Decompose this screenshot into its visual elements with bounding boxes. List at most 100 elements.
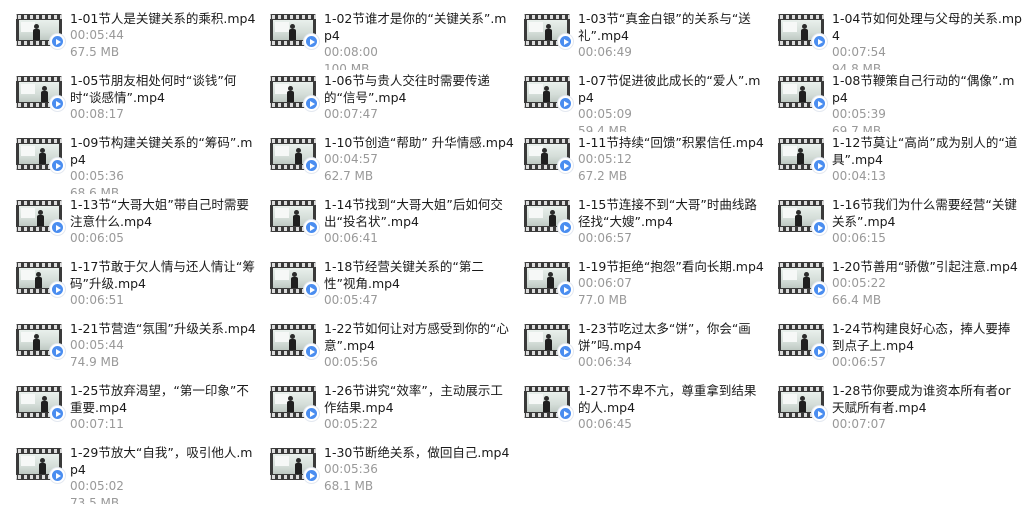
- file-item[interactable]: 1-20节善用“骄傲”引起注意.mp4 00:05:22 66.4 MB: [778, 256, 1029, 318]
- file-item[interactable]: 1-30节断绝关系，做回自己.mp4 00:05:36 68.1 MB: [270, 442, 524, 504]
- file-item[interactable]: 1-24节构建良好心态，捧人要捧到点子上.mp4 00:06:57: [778, 318, 1029, 380]
- file-name[interactable]: 1-16节我们为什么需要经营“关键关系”.mp4: [832, 196, 1022, 230]
- file-name[interactable]: 1-15节连接不到“大哥”时曲线路径找“大嫂”.mp4: [578, 196, 768, 230]
- file-item[interactable]: 1-10节创造“帮助” 升华情感.mp4 00:04:57 62.7 MB: [270, 132, 524, 194]
- file-name[interactable]: 1-12节莫让“高尚”成为别人的“道具”.mp4: [832, 134, 1022, 168]
- video-thumbnail[interactable]: [778, 262, 827, 297]
- file-duration: 00:07:11: [70, 417, 124, 431]
- file-meta: 1-23节吃过太多“饼”，你会“画饼”吗.mp4 00:06:34: [578, 318, 768, 371]
- file-item[interactable]: 1-21节营造“氛围”升级关系.mp4 00:05:44 74.9 MB: [16, 318, 270, 380]
- file-name[interactable]: 1-20节善用“骄傲”引起注意.mp4: [832, 258, 1022, 275]
- file-name[interactable]: 1-10节创造“帮助” 升华情感.mp4: [324, 134, 514, 151]
- file-size: 68.6 MB: [70, 186, 120, 194]
- file-item[interactable]: 1-25节放弃渴望，“第一印象”不重要.mp4 00:07:11: [16, 380, 270, 442]
- file-duration: 00:05:56: [324, 355, 378, 369]
- video-thumbnail[interactable]: [524, 76, 573, 111]
- file-item[interactable]: 1-17节敢于欠人情与还人情让“筹码”升级.mp4 00:06:51: [16, 256, 270, 318]
- video-thumbnail[interactable]: [524, 324, 573, 359]
- file-name[interactable]: 1-26节讲究“效率”，主动展示工作结果.mp4: [324, 382, 514, 416]
- file-item[interactable]: 1-11节持续“回馈”积累信任.mp4 00:05:12 67.2 MB: [524, 132, 778, 194]
- video-thumbnail[interactable]: [778, 14, 827, 49]
- file-name[interactable]: 1-21节营造“氛围”升级关系.mp4: [70, 320, 260, 337]
- video-thumbnail[interactable]: [270, 324, 319, 359]
- file-item[interactable]: 1-05节朋友相处何时“谈钱”何时“谈感情”.mp4 00:08:17: [16, 70, 270, 132]
- file-name[interactable]: 1-18节经营关键关系的“第二性”视角.mp4: [324, 258, 514, 292]
- file-duration: 00:05:44: [70, 338, 124, 352]
- video-thumbnail[interactable]: [778, 76, 827, 111]
- file-item[interactable]: 1-07节促进彼此成长的“爱人”.mp4 00:05:09 59.4 MB: [524, 70, 778, 132]
- file-name[interactable]: 1-17节敢于欠人情与还人情让“筹码”升级.mp4: [70, 258, 260, 292]
- video-thumbnail[interactable]: [778, 386, 827, 421]
- file-name[interactable]: 1-05节朋友相处何时“谈钱”何时“谈感情”.mp4: [70, 72, 260, 106]
- video-thumbnail[interactable]: [524, 200, 573, 235]
- video-thumbnail[interactable]: [16, 14, 65, 49]
- file-name[interactable]: 1-07节促进彼此成长的“爱人”.mp4: [578, 72, 768, 106]
- video-thumbnail[interactable]: [270, 200, 319, 235]
- file-size: 66.4 MB: [832, 293, 882, 307]
- video-thumbnail[interactable]: [16, 386, 65, 421]
- file-name[interactable]: 1-06节与贵人交往时需要传递的“信号”.mp4: [324, 72, 514, 106]
- file-item[interactable]: 1-19节拒绝“抱怨”看向长期.mp4 00:06:07 77.0 MB: [524, 256, 778, 318]
- file-name[interactable]: 1-08节鞭策自己行动的“偶像”.mp4: [832, 72, 1022, 106]
- video-thumbnail[interactable]: [16, 448, 65, 483]
- file-item[interactable]: 1-01节人是关键关系的乘积.mp4 00:05:44 67.5 MB: [16, 8, 270, 70]
- file-name[interactable]: 1-22节如何让对方感受到你的“心意”.mp4: [324, 320, 514, 354]
- video-thumbnail[interactable]: [524, 138, 573, 173]
- video-thumbnail[interactable]: [16, 138, 65, 173]
- file-item[interactable]: 1-04节如何处理与父母的关系.mp4 00:07:54 94.8 MB: [778, 8, 1029, 70]
- file-item[interactable]: 1-14节找到“大哥大姐”后如何交出“投名状”.mp4 00:06:41: [270, 194, 524, 256]
- file-item[interactable]: 1-27节不卑不亢，尊重拿到结果的人.mp4 00:06:45: [524, 380, 778, 442]
- file-item[interactable]: 1-28节你要成为谁资本所有者or天赋所有者.mp4 00:07:07: [778, 380, 1029, 442]
- file-name[interactable]: 1-03节“真金白银”的关系与“送礼”.mp4: [578, 10, 768, 44]
- file-item[interactable]: 1-29节放大“自我”，吸引他人.mp4 00:05:02 73.5 MB: [16, 442, 270, 504]
- file-name[interactable]: 1-14节找到“大哥大姐”后如何交出“投名状”.mp4: [324, 196, 514, 230]
- play-badge-icon: [50, 468, 65, 483]
- video-thumbnail[interactable]: [16, 324, 65, 359]
- file-name[interactable]: 1-04节如何处理与父母的关系.mp4: [832, 10, 1022, 44]
- file-item[interactable]: 1-03节“真金白银”的关系与“送礼”.mp4 00:06:49: [524, 8, 778, 70]
- file-name[interactable]: 1-27节不卑不亢，尊重拿到结果的人.mp4: [578, 382, 768, 416]
- video-thumbnail[interactable]: [270, 386, 319, 421]
- file-meta: 1-22节如何让对方感受到你的“心意”.mp4 00:05:56: [324, 318, 514, 371]
- video-thumbnail[interactable]: [270, 138, 319, 173]
- video-thumbnail[interactable]: [778, 200, 827, 235]
- file-item[interactable]: 1-02节谁才是你的“关键关系”.mp4 00:08:00 100 MB: [270, 8, 524, 70]
- file-duration: 00:05:22: [324, 417, 378, 431]
- video-thumbnail[interactable]: [524, 14, 573, 49]
- video-thumbnail[interactable]: [778, 324, 827, 359]
- file-item[interactable]: 1-15节连接不到“大哥”时曲线路径找“大嫂”.mp4 00:06:57: [524, 194, 778, 256]
- file-item[interactable]: 1-12节莫让“高尚”成为别人的“道具”.mp4 00:04:13: [778, 132, 1029, 194]
- file-item[interactable]: 1-18节经营关键关系的“第二性”视角.mp4 00:05:47: [270, 256, 524, 318]
- file-name[interactable]: 1-23节吃过太多“饼”，你会“画饼”吗.mp4: [578, 320, 768, 354]
- video-thumbnail[interactable]: [16, 76, 65, 111]
- file-item[interactable]: 1-23节吃过太多“饼”，你会“画饼”吗.mp4 00:06:34: [524, 318, 778, 380]
- file-name[interactable]: 1-29节放大“自我”，吸引他人.mp4: [70, 444, 260, 478]
- file-item[interactable]: 1-26节讲究“效率”，主动展示工作结果.mp4 00:05:22: [270, 380, 524, 442]
- video-thumbnail[interactable]: [524, 262, 573, 297]
- file-meta: 1-03节“真金白银”的关系与“送礼”.mp4 00:06:49: [578, 8, 768, 61]
- file-item[interactable]: 1-06节与贵人交往时需要传递的“信号”.mp4 00:07:47: [270, 70, 524, 132]
- video-thumbnail[interactable]: [270, 448, 319, 483]
- file-item[interactable]: 1-13节“大哥大姐”带自己时需要注意什么.mp4 00:06:05: [16, 194, 270, 256]
- video-thumbnail[interactable]: [778, 138, 827, 173]
- file-name[interactable]: 1-02节谁才是你的“关键关系”.mp4: [324, 10, 514, 44]
- file-name[interactable]: 1-13节“大哥大姐”带自己时需要注意什么.mp4: [70, 196, 260, 230]
- file-name[interactable]: 1-11节持续“回馈”积累信任.mp4: [578, 134, 768, 151]
- video-thumbnail[interactable]: [270, 76, 319, 111]
- file-name[interactable]: 1-09节构建关键关系的“筹码”.mp4: [70, 134, 260, 168]
- file-item[interactable]: 1-09节构建关键关系的“筹码”.mp4 00:05:36 68.6 MB: [16, 132, 270, 194]
- file-name[interactable]: 1-30节断绝关系，做回自己.mp4: [324, 444, 514, 461]
- file-name[interactable]: 1-28节你要成为谁资本所有者or天赋所有者.mp4: [832, 382, 1022, 416]
- video-thumbnail[interactable]: [16, 200, 65, 235]
- video-thumbnail[interactable]: [270, 14, 319, 49]
- file-item[interactable]: 1-08节鞭策自己行动的“偶像”.mp4 00:05:39 69.7 MB: [778, 70, 1029, 132]
- video-thumbnail[interactable]: [16, 262, 65, 297]
- video-thumbnail[interactable]: [524, 386, 573, 421]
- video-thumbnail[interactable]: [270, 262, 319, 297]
- file-name[interactable]: 1-25节放弃渴望，“第一印象”不重要.mp4: [70, 382, 260, 416]
- file-name[interactable]: 1-24节构建良好心态，捧人要捧到点子上.mp4: [832, 320, 1022, 354]
- file-item[interactable]: 1-16节我们为什么需要经营“关键关系”.mp4 00:06:15: [778, 194, 1029, 256]
- file-name[interactable]: 1-19节拒绝“抱怨”看向长期.mp4: [578, 258, 768, 275]
- file-item[interactable]: 1-22节如何让对方感受到你的“心意”.mp4 00:05:56: [270, 318, 524, 380]
- file-name[interactable]: 1-01节人是关键关系的乘积.mp4: [70, 10, 260, 27]
